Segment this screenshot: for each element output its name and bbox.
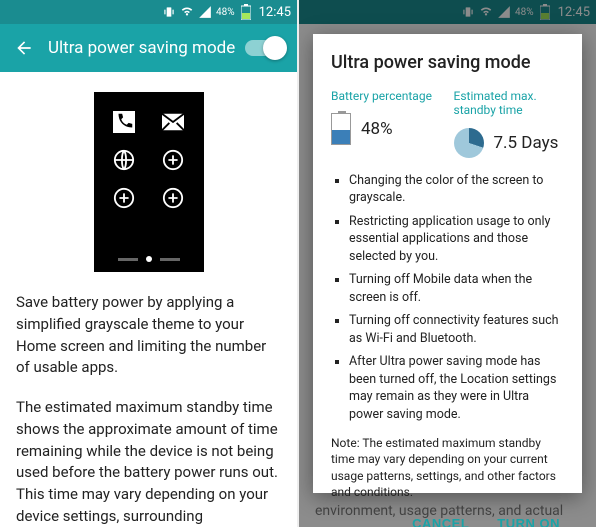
list-item: Turning off connectivity features such a… [349, 312, 564, 347]
add-app-icon [161, 186, 185, 210]
battery-level-icon [331, 113, 351, 145]
vibrate-icon [162, 5, 176, 19]
list-item: After Ultra power saving mode has been t… [349, 353, 564, 423]
add-app-icon [112, 186, 136, 210]
battery-metric-value: 48% [361, 119, 393, 139]
appbar-title: Ultra power saving mode [48, 38, 245, 58]
mode-toggle[interactable] [245, 40, 285, 56]
standby-metric-value: 7.5 Days [494, 133, 559, 153]
grayscale-phone-preview [94, 92, 204, 272]
battery-metric: Battery percentage 48% [331, 89, 442, 158]
intro-paragraph: Save battery power by applying a simplif… [16, 292, 281, 379]
back-button[interactable] [12, 36, 36, 60]
clock: 12:45 [259, 5, 291, 20]
add-app-icon [161, 148, 185, 172]
standby-paragraph: The estimated maximum standby time shows… [16, 397, 281, 527]
standby-metric-label: Estimated max. standby time [454, 89, 565, 118]
confirm-dialog: Ultra power saving mode Battery percenta… [313, 34, 582, 493]
mail-app-icon [161, 110, 185, 134]
feature-list: Changing the color of the screen to gray… [331, 172, 564, 430]
list-item: Restricting application usage to only es… [349, 213, 564, 266]
list-item: Turning off Mobile data when the screen … [349, 271, 564, 306]
standby-metric: Estimated max. standby time 7.5 Days [454, 89, 565, 158]
status-bar: 48% 12:45 [0, 0, 297, 24]
dialog-title: Ultra power saving mode [331, 52, 564, 73]
battery-icon [239, 5, 253, 19]
browser-app-icon [112, 148, 136, 172]
standby-pie-icon [454, 128, 484, 158]
phone-app-icon [112, 110, 136, 134]
battery-pct: 48% [216, 7, 235, 18]
battery-metric-label: Battery percentage [331, 89, 442, 103]
right-screen: 48% 12:45 environment, usage patterns, a… [299, 0, 596, 527]
signal-icon [198, 5, 212, 19]
content-area: Save battery power by applying a simplif… [0, 72, 297, 527]
left-screen: 48% 12:45 Ultra power saving mode Save b… [0, 0, 297, 527]
list-item: Changing the color of the screen to gray… [349, 172, 564, 207]
wifi-icon [180, 5, 194, 19]
dialog-note: Note: The estimated maximum standby time… [331, 435, 564, 500]
cancel-button[interactable]: CANCEL [408, 510, 473, 527]
turn-on-button[interactable]: TURN ON [493, 510, 564, 527]
app-bar: Ultra power saving mode [0, 24, 297, 72]
